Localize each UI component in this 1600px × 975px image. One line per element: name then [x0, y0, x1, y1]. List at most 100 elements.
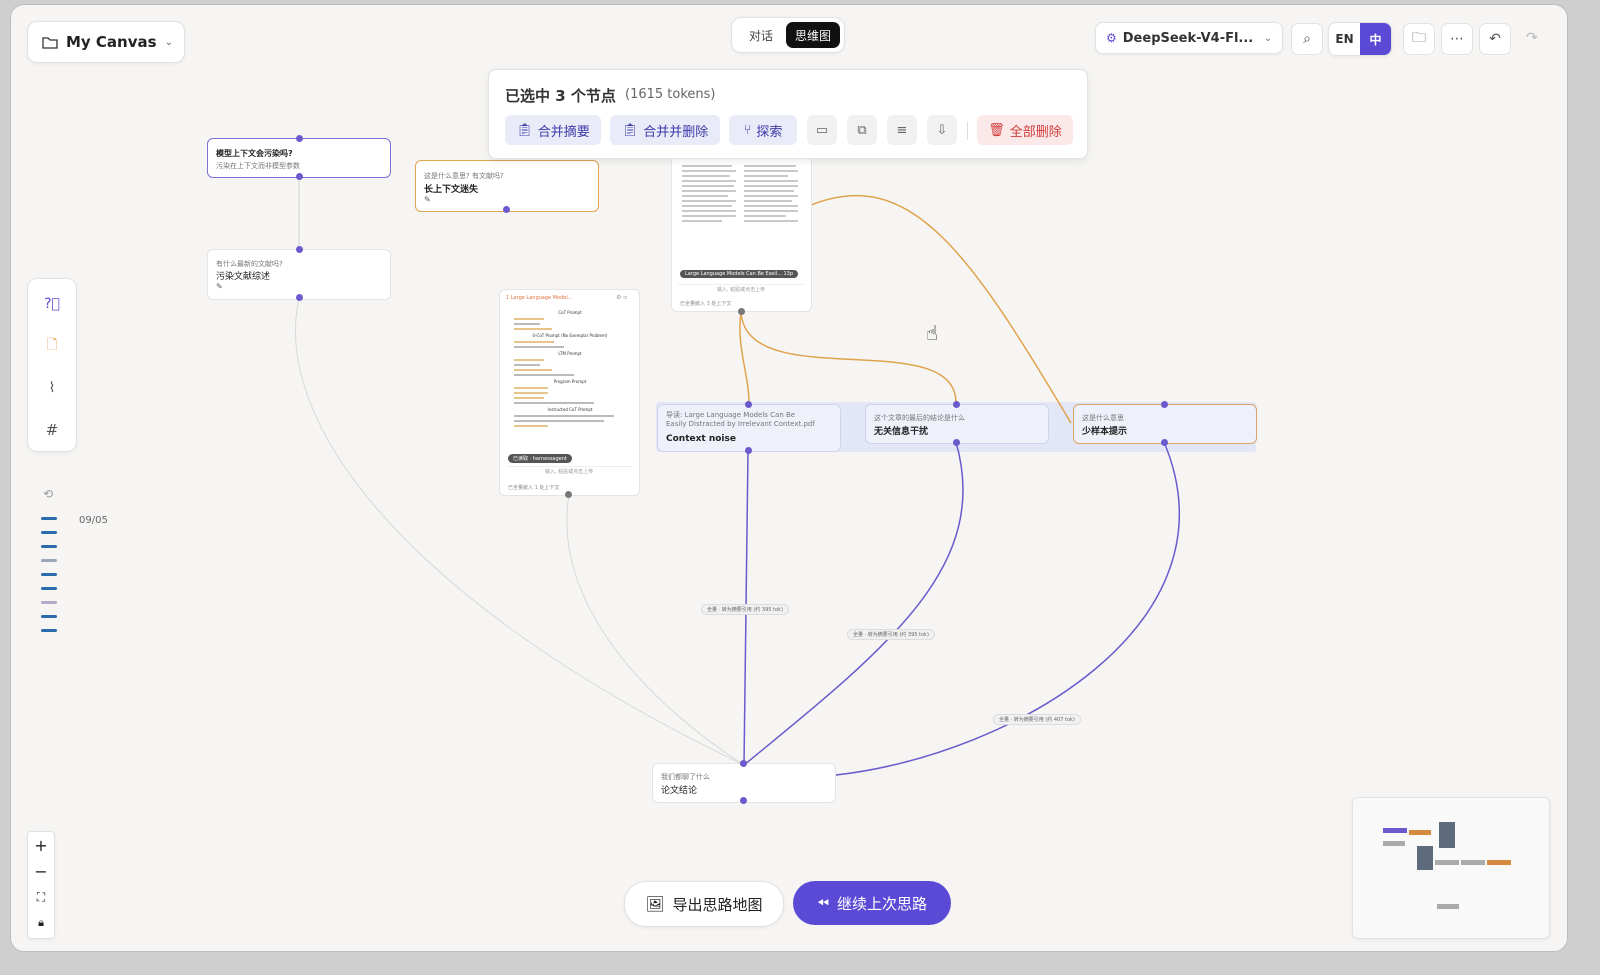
node-context-noise[interactable]: 导读: Large Language Models Can Be Easily …: [657, 404, 841, 452]
copy-button[interactable]: ⧉: [847, 115, 877, 145]
archive-button[interactable]: ▭: [807, 115, 837, 145]
node-long-context[interactable]: 这是什么意思? 有文献吗? 长上下文迷失 ✎: [415, 160, 599, 212]
lock-button[interactable]: 🔒︎: [28, 910, 54, 936]
tab-chat[interactable]: 对话: [736, 22, 786, 48]
folder-search-button[interactable]: 🗀: [1403, 23, 1435, 55]
edge-label[interactable]: 全量 · 转为摘要引用 (约 395 tok): [701, 604, 789, 615]
doc-footer: 已全量嵌入 3 处上下文: [680, 301, 732, 307]
document-node-right[interactable]: Large Language Models Can Be Easil... 13…: [671, 145, 812, 312]
node-irrelevant-info[interactable]: 这个文章的最后的结论是什么 无关信息干扰: [865, 404, 1049, 444]
search-button[interactable]: ⌕: [1291, 23, 1323, 55]
node-handle[interactable]: [745, 447, 752, 454]
doc-input[interactable]: 输入, 粘贴或点击上传: [678, 284, 804, 295]
minimap[interactable]: [1352, 797, 1550, 939]
clipboard-icon: 📋︎: [516, 122, 533, 138]
node-subtitle: 污染在上下文而非模型参数: [216, 162, 300, 170]
minimap-node: [1435, 860, 1459, 865]
history-tick[interactable]: [41, 615, 57, 618]
zoom-in-button[interactable]: +: [28, 832, 54, 858]
node-handle[interactable]: [296, 135, 303, 142]
node-question: 这个文章的最后的结论是什么: [874, 414, 965, 422]
node-handle[interactable]: [738, 308, 745, 315]
redo-button[interactable]: ↷: [1517, 23, 1547, 53]
doc-section: Program Prompt: [553, 379, 587, 384]
history-tick[interactable]: [41, 531, 57, 534]
node-few-shot[interactable]: 这是什么意思 少样本提示: [1073, 404, 1257, 444]
edge-label[interactable]: 全量 · 转为摘要引用 (约 395 tok): [847, 629, 935, 640]
clipboard-icon: 📋︎: [621, 122, 639, 138]
doc-actions-icon[interactable]: ⚙ ▫: [616, 294, 627, 301]
node-context-pollution[interactable]: 模型上下文会污染吗? 污染在上下文而非模型参数: [207, 138, 391, 178]
document-node-left[interactable]: 1 Large Language Model... ⚙ ▫ CoT Prompt…: [499, 289, 640, 496]
edge-doc-n5: [740, 311, 957, 404]
history-tick[interactable]: [41, 559, 57, 562]
node-handle[interactable]: [503, 206, 510, 213]
node-title: Context noise: [666, 434, 736, 444]
explore-button[interactable]: ⑂ 探索: [729, 115, 797, 145]
node-handle[interactable]: [953, 439, 960, 446]
fit-view-button[interactable]: ⛶: [28, 884, 54, 910]
undo-button[interactable]: ↶: [1479, 23, 1511, 55]
history-tick[interactable]: [41, 573, 57, 576]
node-title: 模型上下文会污染吗?: [216, 149, 293, 158]
rewind-icon: ⏪︎: [816, 894, 829, 912]
selection-toolbar: 已选中 3 个节点 (1615 tokens) 📋︎ 合并摘要 📋︎ 合并并删除 ⑂…: [488, 69, 1088, 159]
model-selector[interactable]: ⚙ DeepSeek-V4-Fl... ⌄: [1095, 22, 1283, 54]
edit-icon[interactable]: ✎: [424, 195, 431, 204]
node-handle[interactable]: [296, 173, 303, 180]
history-tick[interactable]: [41, 545, 57, 548]
node-question: 导读: Large Language Models Can Be Easily …: [666, 411, 815, 428]
file-download-icon: ⇩: [936, 122, 948, 138]
node-handle[interactable]: [296, 294, 303, 301]
node-handle[interactable]: [740, 760, 747, 767]
history-tick[interactable]: [41, 601, 57, 604]
history-tick[interactable]: [41, 587, 57, 590]
zoom-out-button[interactable]: −: [28, 858, 54, 884]
lang-zh-button[interactable]: 中: [1360, 23, 1391, 55]
edge-n6-n7: [835, 441, 1180, 776]
tab-mindmap[interactable]: 思维图: [786, 22, 840, 48]
edit-icon[interactable]: ✎: [216, 282, 223, 291]
doc-input[interactable]: 输入, 粘贴或点击上传: [506, 466, 632, 477]
question-tool[interactable]: ?⃝: [37, 289, 67, 319]
delete-all-button[interactable]: 🗑︎ 全部删除: [977, 115, 1073, 145]
node-handle[interactable]: [745, 401, 752, 408]
merge-summary-button[interactable]: 📋︎ 合并摘要: [505, 115, 601, 145]
align-button[interactable]: ≡: [887, 115, 917, 145]
node-handle[interactable]: [296, 246, 303, 253]
history-timeline: [41, 517, 57, 632]
frame-tool[interactable]: #: [37, 415, 67, 445]
branch-icon: ⑂: [743, 122, 752, 138]
history-tick[interactable]: [41, 517, 57, 520]
model-name: DeepSeek-V4-Fl...: [1122, 30, 1254, 46]
history-tick[interactable]: [41, 629, 57, 632]
app-window: My Canvas ⌄ 对话 思维图 ⚙ DeepSeek-V4-Fl... ⌄…: [10, 4, 1568, 952]
export-file-button[interactable]: ⇩: [927, 115, 957, 145]
node-handle[interactable]: [565, 491, 572, 498]
attachment-tool[interactable]: ⌇: [37, 373, 67, 403]
node-handle[interactable]: [1161, 439, 1168, 446]
more-button[interactable]: ⋯: [1441, 23, 1473, 55]
document-tool[interactable]: 🗋: [37, 331, 67, 361]
doc-footer: 已全量嵌入 1 处上下文: [508, 485, 560, 491]
view-switcher: 对话 思维图: [731, 17, 845, 53]
zoom-controls: + − ⛶ 🔒︎: [27, 831, 55, 939]
continue-button[interactable]: ⏪︎ 继续上次思路: [793, 881, 951, 925]
doc-preview: [744, 162, 800, 225]
node-question: 有什么最新的文献吗?: [216, 260, 283, 268]
node-handle[interactable]: [953, 401, 960, 408]
export-map-button[interactable]: 🖼︎ 导出思路地图: [624, 881, 784, 927]
node-handle[interactable]: [1161, 401, 1168, 408]
chip-icon: ⚙: [1106, 31, 1117, 45]
selection-tokens: (1615 tokens): [625, 87, 716, 102]
canvas-selector[interactable]: My Canvas ⌄: [27, 21, 185, 63]
edge-label[interactable]: 全量 · 转为摘要引用 (约 407 tok): [993, 714, 1081, 725]
merge-delete-button[interactable]: 📋︎ 合并并删除: [610, 115, 720, 145]
edge-doc-n6: [810, 194, 1072, 424]
doc-preview: CoT Prompt 0-CoT Prompt (No Exemplar Pro…: [514, 310, 626, 430]
node-pollution-review[interactable]: 有什么最新的文献吗? 污染文献综述 ✎: [207, 249, 391, 300]
lang-en-button[interactable]: EN: [1329, 23, 1360, 55]
node-handle[interactable]: [740, 797, 747, 804]
paperclip-icon: ⌇: [48, 380, 56, 396]
plus-icon: +: [34, 835, 48, 855]
